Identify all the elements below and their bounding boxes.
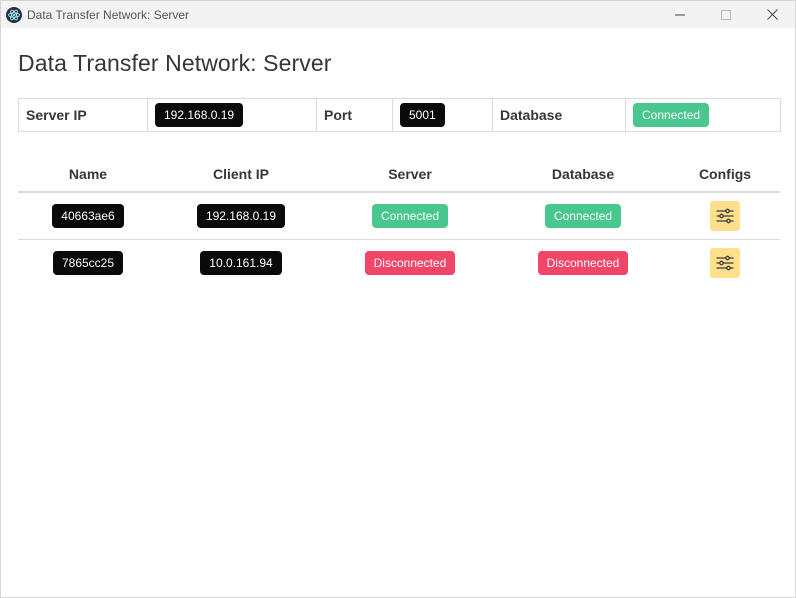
table-row: 7865cc25 10.0.161.94 Disconnected Discon…	[18, 239, 780, 286]
database-status-cell: Disconnected	[496, 239, 670, 286]
clients-header-row: Name Client IP Server Database Configs	[18, 157, 780, 193]
configs-button[interactable]	[710, 247, 740, 278]
client-ip-cell: 192.168.0.19	[158, 192, 324, 240]
sliders-icon	[716, 255, 734, 271]
database-status-badge: Connected	[633, 103, 710, 127]
minimize-button[interactable]	[657, 1, 703, 28]
table-row: 40663ae6 192.168.0.19 Connected Connecte…	[18, 192, 780, 240]
port-label: Port	[316, 98, 393, 132]
electron-app-icon	[6, 6, 22, 23]
clients-table: Name Client IP Server Database Configs 4…	[18, 157, 780, 286]
window-controls	[657, 1, 795, 28]
client-ip-tag: 10.0.161.94	[200, 250, 282, 275]
database-status-cell: Connected	[625, 98, 781, 132]
column-header-server: Server	[324, 157, 496, 193]
maximize-icon	[721, 9, 731, 20]
client-ip-cell: 10.0.161.94	[158, 239, 324, 286]
server-info-table: Server IP 192.168.0.19 Port 5001 Databas…	[18, 98, 781, 132]
page-title: Data Transfer Network: Server	[18, 50, 332, 76]
client-name-tag: 7865cc25	[52, 250, 124, 275]
close-icon	[766, 9, 778, 20]
column-header-database: Database	[496, 157, 670, 193]
configs-cell	[670, 239, 780, 286]
window-title: Data Transfer Network: Server	[27, 7, 190, 22]
sliders-icon	[716, 208, 734, 224]
port-tag: 5001	[400, 103, 445, 127]
client-name-tag: 40663ae6	[52, 203, 124, 228]
maximize-button[interactable]	[703, 1, 749, 28]
server-status-badge: Connected	[371, 203, 449, 228]
title-bar[interactable]: Data Transfer Network: Server	[1, 1, 795, 28]
app-window: Data Transfer Network: Server Data Trans…	[0, 0, 796, 598]
column-header-client-ip: Client IP	[158, 157, 324, 193]
main-content: Data Transfer Network: Server Server IP …	[1, 49, 795, 286]
server-status-cell: Disconnected	[324, 239, 496, 286]
minimize-icon	[675, 14, 685, 15]
port-cell: 5001	[392, 98, 493, 132]
server-ip-tag: 192.168.0.19	[155, 103, 244, 127]
server-ip-cell: 192.168.0.19	[147, 98, 317, 132]
column-header-configs: Configs	[670, 157, 780, 193]
server-status-cell: Connected	[324, 192, 496, 240]
server-status-badge: Disconnected	[364, 250, 456, 275]
server-ip-label: Server IP	[18, 98, 148, 132]
client-name-cell: 40663ae6	[18, 192, 158, 240]
database-status-cell: Connected	[496, 192, 670, 240]
column-header-name: Name	[18, 157, 158, 193]
close-button[interactable]	[749, 1, 795, 28]
client-ip-tag: 192.168.0.19	[196, 203, 286, 228]
client-name-cell: 7865cc25	[18, 239, 158, 286]
database-status-badge: Disconnected	[537, 250, 629, 275]
database-status-badge: Connected	[544, 203, 622, 228]
configs-button[interactable]	[710, 200, 740, 231]
configs-cell	[670, 192, 780, 240]
database-label: Database	[492, 98, 626, 132]
